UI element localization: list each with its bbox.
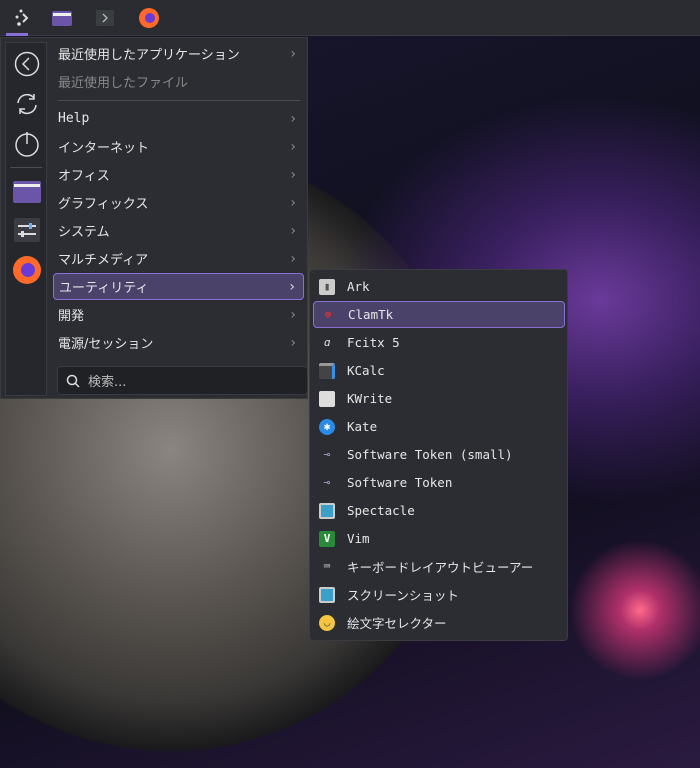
menu-item-label: マルチメディア — [58, 253, 149, 268]
menu-item-label: 最近使用したアプリケーション — [58, 48, 240, 63]
menu-item-recent-apps[interactable]: 最近使用したアプリケーション › — [53, 40, 304, 67]
screenshot-icon — [319, 502, 335, 519]
submenu-item-label: KCalc — [347, 363, 385, 378]
submenu-item-label: スクリーンショット — [347, 588, 459, 603]
chevron-right-icon: › — [290, 110, 296, 127]
menu-item-label: 開発 — [58, 309, 85, 324]
emoji-icon: ◡ — [319, 614, 335, 631]
key-icon: ⊸ — [323, 448, 331, 461]
taskbar — [0, 0, 700, 36]
terminal-icon — [96, 10, 114, 26]
firefox-icon[interactable] — [12, 255, 42, 285]
app-launcher-button[interactable] — [6, 3, 36, 36]
chevron-right-icon: › — [290, 222, 296, 239]
submenu-item-emoji-selector[interactable]: ◡ 絵文字セレクター — [313, 609, 565, 636]
submenu-item-keyboard-layout-viewer[interactable]: ⌨ キーボードレイアウトビューアー — [313, 553, 565, 580]
submenu-item-label: Software Token — [347, 475, 453, 490]
settings-icon[interactable] — [12, 215, 42, 245]
submenu-item-label: Spectacle — [347, 503, 415, 518]
divider — [10, 167, 42, 168]
file-manager-button[interactable] — [47, 3, 77, 33]
text-editor-icon — [319, 390, 335, 407]
keyboard-icon: ⌨ — [323, 560, 331, 573]
submenu-item-label: Kate — [347, 419, 378, 434]
firefox-icon — [139, 8, 159, 28]
folder-icon[interactable] — [12, 177, 42, 207]
submenu-item-software-token[interactable]: ⊸ Software Token — [313, 469, 565, 496]
menu-item-utilities[interactable]: ユーティリティ › — [53, 273, 304, 300]
firefox-button[interactable] — [134, 3, 164, 33]
application-menu: 最近使用したアプリケーション › 最近使用したファイル Help › インターネット… — [0, 37, 308, 399]
kate-icon: ✱ — [319, 418, 335, 435]
menu-item-multimedia[interactable]: マルチメディア › — [53, 245, 304, 272]
submenu-item-label: Fcitx 5 — [347, 335, 400, 350]
submenu-item-fcitx[interactable]: ɑ Fcitx 5 — [313, 329, 565, 356]
submenu-item-screenshot[interactable]: スクリーンショット — [313, 581, 565, 608]
refresh-icon[interactable] — [12, 89, 42, 119]
submenu-item-kate[interactable]: ✱ Kate — [313, 413, 565, 440]
submenu-item-clamtk[interactable]: ⊕ ClamTk — [313, 301, 565, 328]
utilities-submenu: ▮ Ark ⊕ ClamTk ɑ Fcitx 5 KCalc KWrite ✱ Kate… — [309, 269, 568, 641]
submenu-item-label: Software Token (small) — [347, 447, 513, 462]
chevron-right-icon: › — [290, 306, 296, 323]
clamtk-icon: ⊕ — [324, 308, 332, 321]
submenu-item-software-token-small[interactable]: ⊸ Software Token (small) — [313, 441, 565, 468]
chevron-right-icon: › — [290, 166, 296, 183]
menu-item-graphics[interactable]: グラフィックス › — [53, 189, 304, 216]
submenu-item-label: Vim — [347, 531, 370, 546]
chevron-right-icon: › — [290, 45, 296, 62]
screenshot-icon — [319, 586, 335, 603]
fcitx-icon: ɑ — [323, 336, 331, 349]
chevron-right-icon: › — [290, 334, 296, 351]
menu-item-label: システム — [58, 225, 110, 240]
submenu-item-vim[interactable]: V Vim — [313, 525, 565, 552]
menu-item-label: Help — [58, 111, 90, 126]
submenu-item-kcalc[interactable]: KCalc — [313, 357, 565, 384]
submenu-item-spectacle[interactable]: Spectacle — [313, 497, 565, 524]
submenu-item-label: Ark — [347, 279, 370, 294]
divider — [58, 100, 300, 101]
vim-icon: V — [319, 530, 335, 547]
submenu-item-ark[interactable]: ▮ Ark — [313, 273, 565, 300]
menu-item-label: グラフィックス — [58, 197, 149, 212]
back-icon[interactable] — [12, 49, 42, 79]
submenu-item-label: ClamTk — [348, 307, 394, 322]
chevron-right-icon: › — [289, 278, 295, 295]
menu-item-recent-files[interactable]: 最近使用したファイル — [53, 68, 304, 95]
terminal-button[interactable] — [90, 3, 120, 33]
chevron-right-icon: › — [290, 194, 296, 211]
launcher-icon — [15, 9, 29, 26]
menu-item-label: 最近使用したファイル — [58, 76, 189, 91]
key-icon: ⊸ — [323, 476, 331, 489]
menu-item-internet[interactable]: インターネット › — [53, 133, 304, 160]
menu-item-power-session[interactable]: 電源/セッション › — [53, 329, 304, 356]
favorites-sidebar — [5, 42, 47, 396]
search-icon — [66, 374, 80, 388]
submenu-item-label: KWrite — [347, 391, 393, 406]
search-placeholder: 検索... — [88, 375, 127, 390]
menu-item-development[interactable]: 開発 › — [53, 301, 304, 328]
menu-item-help[interactable]: Help › — [53, 105, 304, 132]
archive-icon: ▮ — [319, 278, 335, 295]
submenu-item-label: 絵文字セレクター — [347, 616, 447, 631]
menu-item-label: ユーティリティ — [59, 281, 149, 296]
chevron-right-icon: › — [290, 138, 296, 155]
menu-item-label: 電源/セッション — [58, 337, 154, 352]
menu-item-system[interactable]: システム › — [53, 217, 304, 244]
calculator-icon — [319, 362, 335, 379]
folder-icon — [52, 11, 72, 26]
chevron-right-icon: › — [290, 250, 296, 267]
menu-item-label: インターネット — [58, 141, 150, 156]
search-input[interactable]: 検索... — [57, 366, 308, 395]
menu-item-label: オフィス — [58, 169, 110, 184]
power-icon[interactable] — [12, 129, 42, 159]
menu-item-office[interactable]: オフィス › — [53, 161, 304, 188]
submenu-item-kwrite[interactable]: KWrite — [313, 385, 565, 412]
submenu-item-label: キーボードレイアウトビューアー — [347, 560, 534, 575]
